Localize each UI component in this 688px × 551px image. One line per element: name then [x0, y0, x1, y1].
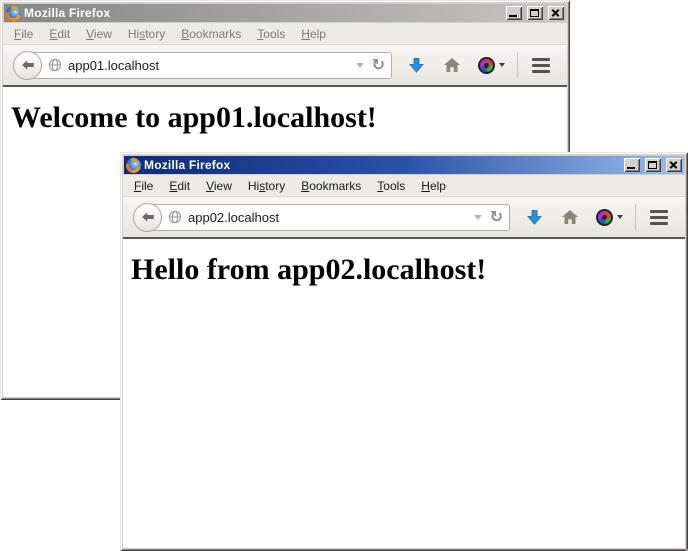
- menu-item-view[interactable]: View: [79, 25, 119, 43]
- menu-item-view[interactable]: View: [199, 177, 239, 195]
- minimize-button[interactable]: [624, 158, 640, 172]
- url-input[interactable]: [66, 58, 352, 73]
- reload-icon[interactable]: ↻: [372, 57, 385, 73]
- back-arrow-icon: [140, 209, 156, 225]
- hamburger-icon: [650, 210, 668, 213]
- page-heading: Welcome to app01.localhost!: [11, 101, 559, 135]
- download-arrow-icon: [408, 57, 425, 74]
- menu-item-edit[interactable]: Edit: [162, 177, 197, 195]
- color-wheel-icon: [596, 209, 613, 226]
- color-wheel-icon: [478, 57, 495, 74]
- home-button[interactable]: [554, 202, 586, 232]
- title-bar[interactable]: Mozilla Firefox: [124, 156, 684, 174]
- page-heading: Hello from app02.localhost!: [131, 253, 677, 287]
- maximize-button[interactable]: [645, 158, 661, 172]
- reload-icon[interactable]: ↻: [490, 209, 503, 225]
- color-wheel-extension-button[interactable]: [590, 202, 628, 232]
- globe-site-identity-icon[interactable]: [48, 58, 62, 72]
- resize-grip[interactable]: [682, 545, 684, 547]
- color-wheel-extension-button[interactable]: [472, 50, 510, 80]
- url-dropdown-icon[interactable]: [356, 63, 364, 68]
- window-title: Mozilla Firefox: [144, 158, 619, 172]
- menu-item-tools[interactable]: Tools: [250, 25, 292, 43]
- globe-site-identity-icon[interactable]: [168, 210, 182, 224]
- location-bar: ↻: [147, 204, 510, 231]
- menu-bar: FileEditViewHistoryBookmarksToolsHelp: [3, 23, 567, 45]
- navigation-toolbar: ↻: [123, 197, 685, 239]
- location-bar: ↻: [27, 52, 392, 79]
- menu-item-bookmarks[interactable]: Bookmarks: [174, 25, 248, 43]
- hamburger-menu-button[interactable]: [525, 50, 557, 80]
- window-title: Mozilla Firefox: [24, 6, 501, 20]
- firefox-logo-icon: [126, 158, 141, 173]
- page-content: Hello from app02.localhost!: [123, 239, 685, 548]
- back-arrow-icon: [20, 57, 36, 73]
- menu-item-file[interactable]: File: [7, 25, 40, 43]
- menu-item-history[interactable]: History: [121, 25, 172, 43]
- hamburger-menu-button[interactable]: [643, 202, 675, 232]
- home-icon: [443, 57, 461, 73]
- menu-item-help[interactable]: Help: [414, 177, 453, 195]
- browser-window-app02: Mozilla Firefox FileEditViewHistoryBookm…: [120, 152, 688, 551]
- close-button[interactable]: [666, 158, 682, 172]
- url-dropdown-icon[interactable]: [474, 215, 482, 220]
- toolbar-separator: [635, 204, 636, 230]
- home-button[interactable]: [436, 50, 468, 80]
- menu-item-file[interactable]: File: [127, 177, 160, 195]
- title-bar[interactable]: Mozilla Firefox: [4, 4, 566, 22]
- minimize-button[interactable]: [506, 6, 522, 20]
- maximize-button[interactable]: [527, 6, 543, 20]
- hamburger-icon: [532, 58, 550, 61]
- menu-item-edit[interactable]: Edit: [42, 25, 77, 43]
- back-button[interactable]: [13, 51, 42, 80]
- download-arrow-icon: [526, 209, 543, 226]
- download-button[interactable]: [518, 202, 550, 232]
- firefox-logo-icon: [6, 6, 21, 21]
- toolbar-separator: [517, 52, 518, 78]
- back-button[interactable]: [133, 203, 162, 232]
- chevron-down-icon: [499, 63, 505, 67]
- close-button[interactable]: [548, 6, 564, 20]
- chevron-down-icon: [617, 215, 623, 219]
- navigation-toolbar: ↻: [3, 45, 567, 87]
- download-button[interactable]: [400, 50, 432, 80]
- menu-item-history[interactable]: History: [241, 177, 292, 195]
- menu-item-tools[interactable]: Tools: [370, 177, 412, 195]
- url-input[interactable]: [186, 210, 470, 225]
- home-icon: [561, 209, 579, 225]
- menu-item-help[interactable]: Help: [294, 25, 333, 43]
- menu-item-bookmarks[interactable]: Bookmarks: [294, 177, 368, 195]
- menu-bar: FileEditViewHistoryBookmarksToolsHelp: [123, 175, 685, 197]
